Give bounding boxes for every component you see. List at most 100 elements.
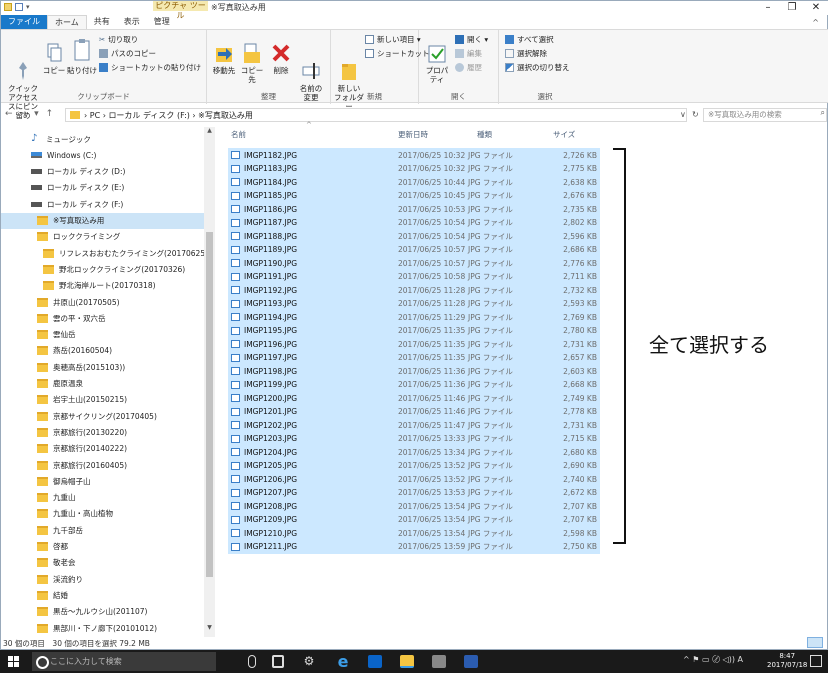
nav-item[interactable]: ※写真取込み用	[1, 212, 204, 229]
tab-manage[interactable]: 管理	[147, 15, 177, 29]
nav-item[interactable]: 京都旅行(20130220)	[1, 424, 204, 440]
nav-item[interactable]: 九重山	[1, 490, 204, 506]
tab-view[interactable]: 表示	[117, 15, 147, 29]
column-header-size[interactable]: サイズ	[553, 128, 575, 142]
search-input[interactable]: ※写真取込み用の検索	[703, 108, 827, 122]
maximize-button[interactable]: ❐	[783, 1, 801, 15]
copy-to-button[interactable]: コピー先	[239, 42, 265, 84]
search-icon[interactable]: ⌕	[821, 108, 825, 118]
history-button[interactable]: 履歴	[455, 62, 482, 73]
back-icon[interactable]: ←	[5, 109, 13, 119]
address-bar[interactable]: › PC › ローカル ディスク (F:) › ※写真取込み用	[65, 108, 687, 122]
column-header-name[interactable]: 名前	[231, 128, 246, 142]
file-row[interactable]: IMGP1193.JPG 2017/06/25 11:28 JPG ファイル 2,59…	[228, 296, 600, 311]
file-row[interactable]: IMGP1199.JPG 2017/06/25 11:36 JPG ファイル 2,66…	[228, 377, 600, 392]
select-all-button[interactable]: すべて選択	[505, 34, 554, 45]
tab-home[interactable]: ホーム	[47, 15, 87, 29]
column-header-date[interactable]: 更新日時	[398, 128, 428, 142]
file-row[interactable]: IMGP1195.JPG 2017/06/25 11:35 JPG ファイル 2,78…	[228, 323, 600, 338]
properties-icon[interactable]	[15, 3, 23, 11]
column-header-type[interactable]: 種類	[477, 128, 492, 142]
tab-file[interactable]: ファイル	[1, 15, 47, 29]
qat-dropdown-icon[interactable]: ▾	[26, 3, 30, 11]
file-row[interactable]: IMGP1206.JPG 2017/06/25 13:52 JPG ファイル 2,74…	[228, 472, 600, 486]
address-dropdown-icon[interactable]: ∨	[680, 110, 686, 119]
file-row[interactable]: IMGP1207.JPG 2017/06/25 13:53 JPG ファイル 2,67…	[228, 485, 600, 500]
file-row[interactable]: IMGP1200.JPG 2017/06/25 11:46 JPG ファイル 2,74…	[228, 391, 600, 405]
nav-item[interactable]: 雲の平・双六岳	[1, 310, 204, 326]
nav-item[interactable]: 野北海岸ルート(20170318)	[1, 278, 204, 294]
copy-path-button[interactable]: パスのコピー	[99, 48, 156, 59]
ribbon-collapse-icon[interactable]: ^	[812, 18, 819, 27]
taskbar-search-input[interactable]: ここに入力して検索	[32, 652, 216, 671]
file-row[interactable]: IMGP1187.JPG 2017/06/25 10:54 JPG ファイル 2,80…	[228, 215, 600, 230]
breadcrumb[interactable]: › PC › ローカル ディスク (F:) › ※写真取込み用	[84, 110, 253, 121]
nav-item[interactable]: 雲仙岳	[1, 327, 204, 343]
tab-share[interactable]: 共有	[87, 15, 117, 29]
nav-item[interactable]: 敬老会	[1, 555, 204, 571]
nav-scrollbar-thumb[interactable]	[206, 232, 213, 577]
file-row[interactable]: IMGP1186.JPG 2017/06/25 10:53 JPG ファイル 2,73…	[228, 202, 600, 216]
file-row[interactable]: IMGP1185.JPG 2017/06/25 10:45 JPG ファイル 2,67…	[228, 188, 600, 203]
nav-item[interactable]: 渓流釣り	[1, 571, 204, 587]
nav-item[interactable]: 燕岳(20160504)	[1, 343, 204, 359]
delete-button[interactable]: 削除	[269, 42, 293, 75]
file-row[interactable]: IMGP1194.JPG 2017/06/25 11:29 JPG ファイル 2,76…	[228, 310, 600, 324]
nav-item[interactable]: 京都旅行(20140222)	[1, 441, 204, 457]
refresh-icon[interactable]: ↻	[692, 110, 699, 119]
nav-item[interactable]: 鹿原温泉	[1, 376, 204, 392]
file-row[interactable]: IMGP1196.JPG 2017/06/25 11:35 JPG ファイル 2,73…	[228, 337, 600, 351]
forward-icon[interactable]: →	[20, 109, 28, 119]
nav-item[interactable]: 九千部岳	[1, 522, 204, 538]
nav-item[interactable]: 啓都	[1, 539, 204, 555]
cut-button[interactable]: ✂ 切り取り	[99, 34, 138, 45]
nav-item[interactable]: 自宅庭冬景色 (Ｈ２２．１)	[1, 636, 204, 637]
file-explorer-icon[interactable]	[400, 655, 414, 668]
nav-item[interactable]: 井原山(20170505)	[1, 294, 204, 310]
file-row[interactable]: IMGP1192.JPG 2017/06/25 11:28 JPG ファイル 2,73…	[228, 283, 600, 297]
nav-item[interactable]: 結婚	[1, 587, 204, 603]
microphone-icon[interactable]	[248, 655, 256, 668]
file-row[interactable]: IMGP1197.JPG 2017/06/25 11:35 JPG ファイル 2,65…	[228, 350, 600, 365]
file-row[interactable]: IMGP1198.JPG 2017/06/25 11:36 JPG ファイル 2,60…	[228, 364, 600, 378]
start-icon[interactable]	[8, 656, 20, 668]
file-row[interactable]: IMGP1182.JPG 2017/06/25 10:32 JPG ファイル 2,72…	[228, 148, 600, 162]
folder-icon[interactable]	[4, 3, 12, 11]
file-row[interactable]: IMGP1203.JPG 2017/06/25 13:33 JPG ファイル 2,71…	[228, 431, 600, 446]
scroll-down-icon[interactable]: ▼	[204, 624, 215, 631]
file-row[interactable]: IMGP1208.JPG 2017/06/25 13:54 JPG ファイル 2,70…	[228, 499, 600, 513]
move-to-button[interactable]: 移動先	[211, 42, 237, 75]
select-none-button[interactable]: 選択解除	[505, 48, 547, 59]
nav-item[interactable]: 黒部川・下ノ廊下(20101012)	[1, 620, 204, 636]
nav-item[interactable]: ♪ ミュージック	[1, 131, 204, 147]
nav-item[interactable]: 京都旅行(20160405)	[1, 457, 204, 473]
nav-item[interactable]: 黒岳～九ルウシ山(201107)	[1, 604, 204, 620]
file-row[interactable]: IMGP1211.JPG 2017/06/25 13:59 JPG ファイル 2,75…	[228, 539, 600, 554]
nav-item[interactable]: ロッククライミング	[1, 229, 204, 245]
scroll-up-icon[interactable]: ▲	[204, 127, 215, 134]
task-view-icon[interactable]	[272, 655, 284, 668]
nav-item[interactable]: 九重山・高山植物	[1, 506, 204, 522]
file-row[interactable]: IMGP1184.JPG 2017/06/25 10:44 JPG ファイル 2,63…	[228, 175, 600, 189]
nav-item[interactable]: 野北ロッククライミング(20170326)	[1, 261, 204, 277]
nav-item[interactable]: 御烏帽子山	[1, 473, 204, 489]
file-row[interactable]: IMGP1190.JPG 2017/06/25 10:57 JPG ファイル 2,77…	[228, 256, 600, 270]
file-row[interactable]: IMGP1201.JPG 2017/06/25 11:46 JPG ファイル 2,77…	[228, 404, 600, 419]
paste-button[interactable]: 貼り付け	[67, 38, 97, 75]
nav-item[interactable]: Windows (C:)	[1, 147, 204, 163]
invert-selection-button[interactable]: 選択の切り替え	[505, 62, 570, 73]
copy-button[interactable]: コピー	[41, 42, 67, 75]
paste-shortcut-button[interactable]: ショートカットの貼り付け	[99, 62, 201, 73]
outlook-icon[interactable]	[368, 655, 382, 668]
file-row[interactable]: IMGP1209.JPG 2017/06/25 13:54 JPG ファイル 2,70…	[228, 512, 600, 527]
nav-item[interactable]: ローカル ディスク (F:)	[1, 196, 204, 212]
clock[interactable]: 8:47 2017/07/18	[767, 652, 807, 670]
new-item-button[interactable]: 新しい項目 ▾	[365, 34, 421, 45]
details-view-icon[interactable]	[807, 637, 823, 648]
edge-browser-icon[interactable]: e	[336, 654, 350, 670]
nav-item[interactable]: ローカル ディスク (D:)	[1, 164, 204, 180]
file-row[interactable]: IMGP1205.JPG 2017/06/25 13:52 JPG ファイル 2,69…	[228, 458, 600, 473]
minimize-button[interactable]: –	[759, 1, 777, 15]
photos-icon[interactable]	[432, 655, 446, 668]
file-row[interactable]: IMGP1210.JPG 2017/06/25 13:54 JPG ファイル 2,59…	[228, 526, 600, 540]
